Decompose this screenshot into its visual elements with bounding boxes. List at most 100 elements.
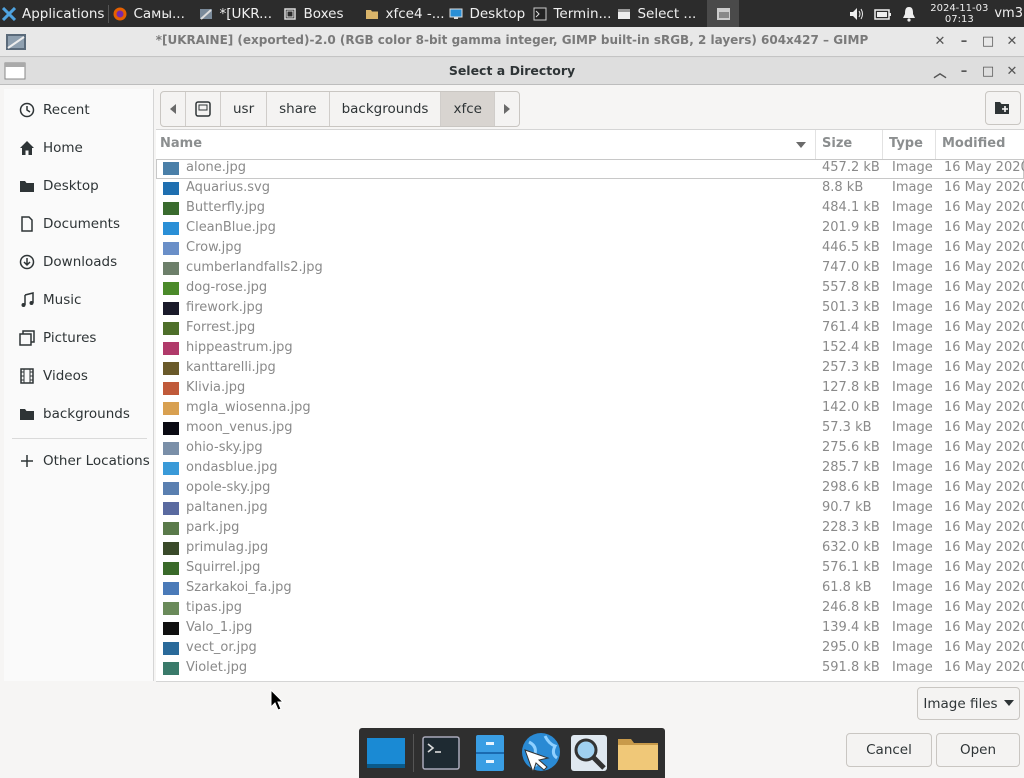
path-crumb-xfce[interactable]: xfce [441, 92, 495, 126]
maximize-icon[interactable]: □ [976, 34, 1000, 49]
desktop-icon [366, 738, 405, 768]
file-row[interactable]: Crow.jpg 446.5 kB Image 16 May 2020 [156, 239, 1024, 259]
file-row[interactable]: mgla_wiosenna.jpg 142.0 kB Image 16 May 202… [156, 399, 1024, 419]
task-desktop[interactable]: Desktop [445, 0, 529, 27]
image-thumbnail-icon [163, 302, 179, 315]
file-row[interactable]: park.jpg 228.3 kB Image 16 May 2020 [156, 519, 1024, 539]
user-name[interactable]: vm3 [994, 6, 1023, 21]
task-active-window[interactable] [707, 0, 740, 27]
cancel-button[interactable]: Cancel [846, 733, 932, 767]
file-name: tipas.jpg [186, 600, 242, 615]
column-header-name[interactable]: Name [156, 130, 816, 159]
dock-terminal[interactable] [419, 732, 463, 774]
dialog-window-controls: ︿ – □ ✕ [928, 58, 1024, 84]
file-row[interactable]: ondasblue.jpg 285.7 kB Image 16 May 2020 [156, 459, 1024, 479]
file-row[interactable]: Szarkakoi_fa.jpg 61.8 kB Image 16 May 2020 [156, 579, 1024, 599]
applications-menu[interactable]: Applications [0, 0, 108, 27]
file-row[interactable]: Aquarius.svg 8.8 kB Image 16 May 2020 [156, 179, 1024, 199]
minimize-icon[interactable]: – [952, 34, 976, 49]
file-row[interactable]: ohio-sky.jpg 275.6 kB Image 16 May 2020 [156, 439, 1024, 459]
file-row[interactable]: vect_or.jpg 295.0 kB Image 16 May 2020 [156, 639, 1024, 659]
sidebar-item-recent[interactable]: Recent [4, 93, 153, 127]
file-row[interactable]: moon_venus.jpg 57.3 kB Image 16 May 2020 [156, 419, 1024, 439]
file-row[interactable]: Klivia.jpg 127.8 kB Image 16 May 2020 [156, 379, 1024, 399]
file-type: Image [892, 580, 933, 595]
image-thumbnail-icon [163, 182, 179, 195]
dock-search[interactable] [567, 732, 611, 774]
image-thumbnail-icon [163, 322, 179, 335]
task-terminal[interactable]: Termin... [529, 0, 613, 27]
close-icon[interactable]: ✕ [928, 34, 952, 49]
file-row[interactable]: primulag.jpg 632.0 kB Image 16 May 2020 [156, 539, 1024, 559]
dock-web-browser[interactable] [518, 732, 562, 774]
close-icon[interactable]: ✕ [1000, 64, 1024, 79]
image-thumbnail-icon [163, 602, 179, 615]
image-thumbnail-icon [163, 282, 179, 295]
sidebar-item-videos[interactable]: Videos [4, 359, 153, 393]
sidebar-item-desktop[interactable]: Desktop [4, 169, 153, 203]
file-row[interactable]: opole-sky.jpg 298.6 kB Image 16 May 2020 [156, 479, 1024, 499]
file-row[interactable]: Forrest.jpg 761.4 kB Image 16 May 2020 [156, 319, 1024, 339]
clock[interactable]: 2024-11-03 07:13 [930, 3, 988, 25]
chevron-up-icon[interactable]: ︿ [928, 62, 952, 81]
file-name: Crow.jpg [186, 240, 242, 255]
file-type: Image [892, 540, 933, 555]
file-row[interactable]: tipas.jpg 246.8 kB Image 16 May 2020 [156, 599, 1024, 619]
column-header-type[interactable]: Type [883, 130, 936, 159]
task-file-manager[interactable]: xfce4 -... [361, 0, 445, 27]
sidebar-item-downloads[interactable]: Downloads [4, 245, 153, 279]
new-folder-button[interactable] [985, 91, 1021, 125]
file-row[interactable]: cumberlandfalls2.jpg 747.0 kB Image 16 May … [156, 259, 1024, 279]
path-crumb-share[interactable]: share [267, 92, 330, 126]
file-row[interactable]: alone.jpg 457.2 kB Image 16 May 2020 [156, 159, 1024, 179]
folder-icon [618, 739, 659, 770]
file-type: Image [892, 600, 933, 615]
path-crumb-usr[interactable]: usr [221, 92, 268, 126]
file-row[interactable]: paltanen.jpg 90.7 kB Image 16 May 2020 [156, 499, 1024, 519]
sidebar-item-other-locations[interactable]: Other Locations [4, 444, 153, 478]
sidebar-item-music[interactable]: Music [4, 283, 153, 317]
file-modified: 16 May 2020 [944, 480, 1024, 495]
file-row[interactable]: CleanBlue.jpg 201.9 kB Image 16 May 2020 [156, 219, 1024, 239]
file-row[interactable]: Squirrel.jpg 576.1 kB Image 16 May 2020 [156, 559, 1024, 579]
task-firefox[interactable]: Самы... [109, 0, 195, 27]
sidebar-item-documents[interactable]: Documents [4, 207, 153, 241]
file-type-filter-dropdown[interactable]: Image files [917, 687, 1020, 720]
document-icon [19, 216, 35, 232]
dock-show-desktop[interactable] [364, 732, 408, 774]
task-gimp[interactable]: *[UKR... [195, 0, 279, 27]
file-size: 632.0 kB [822, 540, 880, 555]
sidebar-item-pictures[interactable]: Pictures [4, 321, 153, 355]
task-label: *[UKR... [219, 5, 272, 22]
file-modified: 16 May 2020 [944, 520, 1024, 535]
file-row[interactable]: dog-rose.jpg 557.8 kB Image 16 May 2020 [156, 279, 1024, 299]
file-row[interactable]: Butterfly.jpg 484.1 kB Image 16 May 2020 [156, 199, 1024, 219]
sidebar-item-home[interactable]: Home [4, 131, 153, 165]
column-header-modified[interactable]: Modified [936, 130, 1024, 159]
open-button[interactable]: Open [936, 733, 1020, 767]
file-name: Szarkakoi_fa.jpg [186, 580, 292, 595]
task-boxes[interactable]: Boxes [279, 0, 361, 27]
file-row[interactable]: Violet.jpg 591.8 kB Image 16 May 2020 [156, 659, 1024, 679]
file-row[interactable]: firework.jpg 501.3 kB Image 16 May 2020 [156, 299, 1024, 319]
file-row[interactable]: hippeastrum.jpg 152.4 kB Image 16 May 2020 [156, 339, 1024, 359]
file-row[interactable]: Valo_1.jpg 139.4 kB Image 16 May 2020 [156, 619, 1024, 639]
file-modified: 16 May 2020 [944, 560, 1024, 575]
notification-bell-icon[interactable] [899, 5, 919, 23]
dock-file-manager[interactable] [468, 732, 512, 774]
minimize-icon[interactable]: – [952, 64, 976, 79]
file-row[interactable]: kanttarelli.jpg 257.3 kB Image 16 May 2020 [156, 359, 1024, 379]
maximize-icon[interactable]: □ [976, 64, 1000, 79]
path-scroll-left-button[interactable] [161, 92, 186, 126]
sidebar-item-backgrounds[interactable]: backgrounds [4, 397, 153, 431]
file-modified: 16 May 2020 [944, 500, 1024, 515]
path-crumb-backgrounds[interactable]: backgrounds [330, 92, 442, 126]
task-select-directory[interactable]: Select ... [613, 0, 703, 27]
close-icon[interactable]: ✕ [1000, 34, 1024, 49]
path-scroll-right-button[interactable] [495, 92, 519, 126]
battery-icon[interactable] [873, 5, 893, 23]
column-header-size[interactable]: Size [816, 130, 883, 159]
path-root-button[interactable] [186, 92, 221, 126]
volume-icon[interactable] [847, 5, 867, 23]
dock-home-folder[interactable] [616, 732, 660, 774]
